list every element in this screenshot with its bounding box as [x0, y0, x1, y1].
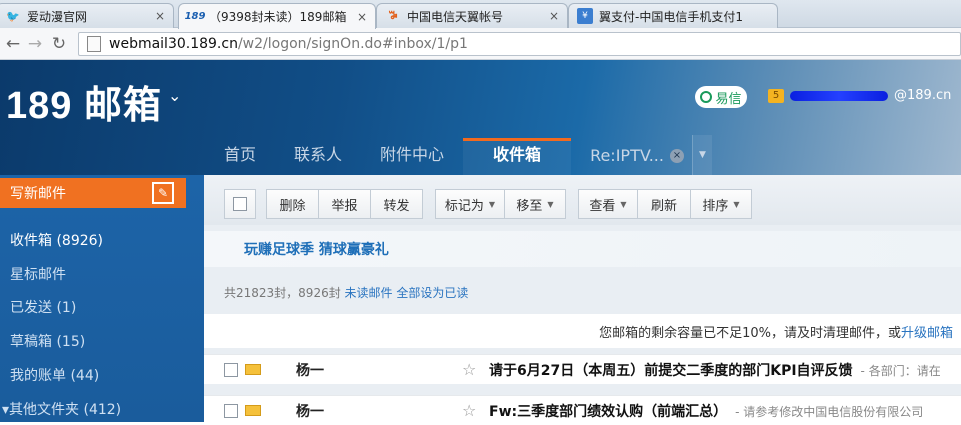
browser-tab-4[interactable]: ¥ 翼支付-中国电信手机支付1 — [568, 3, 778, 28]
tab-title: （9398封未读）189邮箱 — [209, 10, 347, 24]
account-menu[interactable]: 5 @189.cn ▾ — [768, 88, 961, 103]
yixin-button[interactable]: 易信 — [695, 86, 747, 108]
url-path: /w2/logon/signOn.do#inbox/1/p1 — [237, 36, 468, 52]
mail-preview: - 请参考修改中国电信股份有限公司 — [735, 404, 924, 419]
folder-starred[interactable]: 星标邮件 — [10, 264, 66, 284]
vip-badge-icon: 5 — [768, 88, 784, 103]
view-label: 查看 — [589, 198, 616, 214]
tab-menu-icon[interactable]: ▼ — [691, 135, 712, 175]
mail-sender: 杨一 — [296, 403, 324, 420]
yipay-icon: ¥ — [577, 8, 593, 24]
mail-subject: 请于6月27日（本周五）前提交二季度的部门KPI自评反馈 — [489, 362, 853, 379]
account-suffix: @189.cn — [894, 88, 952, 103]
page-icon — [87, 36, 101, 52]
mail-count-text: 共21823封，8926封 — [224, 286, 341, 300]
star-icon[interactable]: ☆ — [462, 360, 476, 379]
star-icon[interactable]: ☆ — [462, 401, 476, 420]
row-checkbox[interactable] — [224, 403, 238, 418]
yixin-label: 易信 — [715, 91, 742, 107]
move-to-dropdown[interactable]: 移至 ▼ — [504, 189, 566, 219]
yixin-icon — [700, 91, 713, 103]
sort-label: 排序 — [702, 198, 729, 214]
sidebar: 写新邮件 ✎ 收件箱 (8926) 星标邮件 已发送 (1) 草稿箱 (15) … — [0, 175, 204, 422]
mail-sender: 杨一 — [296, 362, 324, 379]
address-bar[interactable]: webmail30.189.cn/w2/logon/signOn.do#inbo… — [78, 32, 961, 56]
chevron-down-icon[interactable]: ⌄ — [168, 86, 181, 105]
action-toolbar: 删除 举报 转发 标记为 ▼ 移至 ▼ 查看 ▼ 刷新 排序 ▼ — [204, 175, 961, 225]
folder-other[interactable]: ▾其他文件夹 (412) — [2, 399, 121, 419]
forward-button[interactable]: 转发 — [370, 189, 423, 219]
quota-notice: 您邮箱的剩余容量已不足10%，请及时清理邮件，或 升级邮箱 — [204, 314, 961, 348]
forward-icon[interactable]: → — [24, 33, 46, 55]
checkbox[interactable] — [233, 197, 247, 211]
browser-tab-1[interactable]: 🐦 爱动漫官网 × — [0, 3, 174, 28]
folder-inbox[interactable]: 收件箱 (8926) — [10, 230, 103, 250]
tab-open-mail[interactable]: Re:IPTV... × — [571, 146, 692, 175]
close-icon[interactable]: × — [357, 10, 367, 24]
mail-row[interactable]: 杨一 ☆ 请于6月27日（本周五）前提交二季度的部门KPI自评反馈 - 各部门：请… — [204, 354, 961, 384]
189-logo-icon: 189 — [184, 11, 206, 22]
delete-button[interactable]: 删除 — [266, 189, 319, 219]
chevron-down-icon: ▼ — [620, 199, 627, 209]
row-checkbox[interactable] — [224, 362, 238, 377]
mail-preview: - 各部门：请在 — [860, 363, 941, 378]
tab-title: 翼支付-中国电信手机支付1 — [599, 9, 743, 24]
promo-banner[interactable]: 玩赚足球季 猜球赢豪礼 — [204, 231, 961, 267]
mail-subject: Fw:三季度部门绩效认购（前端汇总） — [489, 403, 728, 420]
chevron-down-icon: ▼ — [733, 199, 740, 209]
compose-label: 写新邮件 — [10, 186, 66, 202]
unread-envelope-icon — [245, 405, 261, 416]
select-all-checkbox[interactable] — [224, 189, 256, 219]
browser-tab-3[interactable]: ꕅ 中国电信天翼帐号 × — [376, 3, 568, 28]
pen-icon: ✎ — [152, 182, 174, 204]
tab-attachments[interactable]: 附件中心 — [361, 141, 463, 175]
tab-open-mail-label: Re:IPTV... — [590, 146, 664, 165]
mark-as-dropdown[interactable]: 标记为 ▼ — [435, 189, 505, 219]
upgrade-link[interactable]: 升级邮箱 — [901, 322, 953, 341]
refresh-button[interactable]: 刷新 — [637, 189, 691, 219]
app-logo[interactable]: 189 邮箱 — [6, 74, 162, 129]
chevron-down-icon: ▼ — [547, 199, 554, 209]
tab-title: 中国电信天翼帐号 — [407, 9, 504, 24]
browser-tab-strip: 🐦 爱动漫官网 × 189 （9398封未读）189邮箱 × ꕅ 中国电信天翼帐… — [0, 0, 961, 29]
mail-subject-wrap[interactable]: Fw:三季度部门绩效认购（前端汇总） - 请参考修改中国电信股份有限公司 — [489, 401, 923, 421]
back-icon[interactable]: ← — [2, 33, 24, 55]
browser-toolbar: ← → ↻ webmail30.189.cn/w2/logon/signOn.d… — [0, 28, 961, 60]
unread-envelope-icon — [245, 364, 261, 375]
view-dropdown[interactable]: 查看 ▼ — [578, 189, 638, 219]
tab-contacts[interactable]: 联系人 — [275, 141, 361, 175]
mail-count: 共21823封，8926封 未读邮件 全部设为已读 — [224, 284, 468, 301]
tab-home[interactable]: 首页 — [205, 141, 275, 175]
bird-icon: 🐦 — [6, 9, 20, 23]
sort-dropdown[interactable]: 排序 ▼ — [690, 189, 752, 219]
tab-inbox[interactable]: 收件箱 — [463, 138, 572, 175]
tab-title: 爱动漫官网 — [27, 9, 88, 24]
folder-bills[interactable]: 我的账单 (44) — [10, 365, 99, 385]
reload-icon[interactable]: ↻ — [48, 33, 70, 55]
url-host: webmail30.189.cn — [109, 36, 238, 52]
report-button[interactable]: 举报 — [318, 189, 371, 219]
folder-sent[interactable]: 已发送 (1) — [10, 297, 76, 317]
close-icon[interactable]: × — [549, 9, 559, 23]
compose-button[interactable]: 写新邮件 ✎ — [0, 178, 186, 208]
close-icon[interactable]: × — [669, 148, 684, 163]
promo-text[interactable]: 玩赚足球季 猜球赢豪礼 — [244, 239, 389, 259]
unread-link[interactable]: 未读邮件 — [345, 286, 393, 300]
close-icon[interactable]: × — [155, 9, 165, 23]
mail-row[interactable]: 杨一 ☆ Fw:三季度部门绩效认购（前端汇总） - 请参考修改中国电信股份有限公司 — [204, 395, 961, 425]
mail-header: 189 邮箱 ⌄ 易信 5 @189.cn ▾ 首页 联系人 附件中心 收件箱 … — [0, 60, 961, 175]
move-to-label: 移至 — [516, 198, 543, 214]
top-nav: 首页 联系人 附件中心 收件箱 Re:IPTV... × ▼ — [205, 132, 712, 175]
quota-notice-text: 您邮箱的剩余容量已不足10%，请及时清理邮件，或 — [599, 325, 901, 341]
telecom-logo-icon: ꕅ — [388, 9, 398, 22]
mark-all-read-link[interactable]: 全部设为已读 — [396, 286, 468, 300]
chevron-down-icon: ▼ — [488, 199, 496, 209]
mail-subject-wrap[interactable]: 请于6月27日（本周五）前提交二季度的部门KPI自评反馈 - 各部门：请在 — [489, 360, 941, 380]
browser-tab-2[interactable]: 189 （9398封未读）189邮箱 × — [178, 3, 376, 29]
mark-as-label: 标记为 — [444, 198, 484, 214]
mail-list-panel: 删除 举报 转发 标记为 ▼ 移至 ▼ 查看 ▼ 刷新 排序 ▼ 玩赚足球季 猜球赢豪礼… — [204, 175, 961, 425]
redacted-username — [790, 90, 888, 101]
folder-drafts[interactable]: 草稿箱 (15) — [10, 331, 85, 351]
